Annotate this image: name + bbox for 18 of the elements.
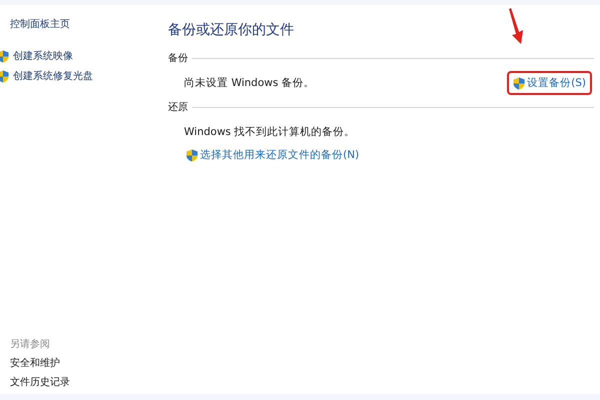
- shield-icon: [0, 50, 9, 62]
- annotation-arrow: [508, 8, 524, 44]
- section-heading: 还原: [168, 101, 188, 114]
- shield-icon: [0, 70, 9, 82]
- sidebar-item[interactable]: 创建系统映像: [0, 46, 160, 66]
- sidebar-item[interactable]: 创建系统修复光盘: [0, 66, 160, 86]
- shield-icon: [513, 76, 526, 90]
- status-message: Windows 找不到此计算机的备份。: [184, 125, 356, 139]
- see-also-heading: 另请参阅: [10, 338, 51, 352]
- setup-link[interactable]: 设置备份(S): [507, 71, 592, 95]
- status-message: 尚未设置 Windows 备份。: [184, 76, 315, 90]
- shield-icon: [186, 148, 198, 162]
- section-heading: 备份: [168, 52, 188, 65]
- see-also-link[interactable]: 安全和维护: [10, 356, 160, 375]
- page-title: 备份或还原你的文件: [168, 21, 295, 39]
- setup-link[interactable]: 选择其他用来还原文件的备份(N): [180, 145, 366, 165]
- see-also-link[interactable]: 文件历史记录: [10, 375, 160, 394]
- sidebar-link[interactable]: 控制面板主页: [10, 17, 160, 31]
